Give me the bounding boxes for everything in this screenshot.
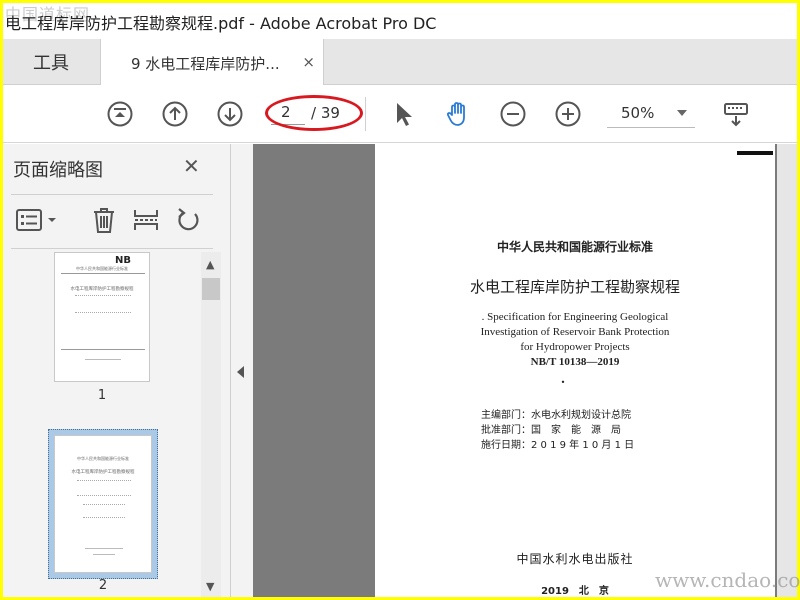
pdf-page: 中华人民共和国能源行业标准 水电工程库岸防护工程勘察规程 . Specifica… — [375, 144, 775, 597]
doc-approver: 批准部门：国 家 能 源 局 — [481, 425, 621, 436]
thumb-badge: NB — [115, 255, 131, 266]
first-page-icon[interactable] — [106, 100, 134, 128]
scroll-down-icon[interactable]: ▼ — [206, 580, 214, 593]
sidebar-scrollbar[interactable]: ▲ ▼ — [201, 252, 221, 597]
thumbnail-options-icon[interactable] — [15, 206, 59, 234]
zoom-out-icon[interactable] — [499, 100, 527, 128]
thumbnail-page-number: 1 — [97, 388, 107, 403]
next-page-icon[interactable] — [216, 100, 244, 128]
page-navigator: 2 / 39 — [265, 95, 363, 131]
thumb-line: 中华人民共和国能源行业标准 — [77, 456, 129, 461]
thumbnail-page-number: 2 — [98, 578, 108, 593]
zoom-in-icon[interactable] — [554, 100, 582, 128]
thumb-line: 水电工程库岸防护工程勘察规程 — [71, 470, 135, 475]
document-scrollbar[interactable] — [777, 144, 797, 597]
zoom-select[interactable]: 50% — [607, 102, 695, 128]
watermark-bottom-right: www.cndao.com — [655, 568, 800, 592]
highlight-ring — [265, 95, 363, 131]
window-title: 电工程库岸防护工程勘察规程.pdf - Adobe Acrobat Pro DC — [5, 14, 437, 33]
doc-code: NB/T 10138—2019 — [530, 356, 620, 368]
keyboard-tools-icon[interactable] — [722, 100, 750, 128]
thumb-line: 水电工程库岸防护工程勘察规程 — [70, 287, 134, 292]
page-mark — [737, 151, 773, 155]
doc-title-en-2: Investigation of Reservoir Bank Protecti… — [480, 326, 670, 338]
doc-publisher: 中国水利水电出版社 — [516, 552, 634, 566]
select-cursor-icon[interactable] — [389, 100, 417, 128]
sidebar-divider — [11, 194, 213, 195]
doc-effective-date: 施行日期：2 0 1 9 年 1 0 月 1 日 — [481, 440, 635, 451]
app-window: 中国道标网 电工程库岸防护工程勘察规程.pdf - Adobe Acrobat … — [3, 3, 797, 597]
doc-title-en-1: . Specification for Engineering Geologic… — [481, 311, 669, 323]
document-viewport[interactable]: 中华人民共和国能源行业标准 水电工程库岸防护工程勘察规程 . Specifica… — [253, 144, 797, 597]
thumb-line: 中华人民共和国能源行业标准 — [76, 266, 128, 271]
rotate-icon[interactable] — [173, 206, 203, 234]
collapse-arrow-icon[interactable] — [237, 366, 244, 378]
scroll-up-icon[interactable]: ▲ — [206, 258, 214, 271]
chevron-down-icon — [677, 110, 687, 116]
sidebar-title: 页面缩略图 — [13, 160, 103, 181]
prev-page-icon[interactable] — [161, 100, 189, 128]
toolbar: 2 / 39 50% — [3, 85, 797, 143]
scrollbar-thumb[interactable] — [202, 278, 220, 300]
hand-tool-icon[interactable] — [444, 100, 472, 128]
title-bar: 中国道标网 电工程库岸防护工程勘察规程.pdf - Adobe Acrobat … — [3, 3, 797, 39]
trash-icon[interactable] — [89, 206, 119, 234]
toolbar-divider — [365, 97, 366, 131]
tab-document[interactable]: 9 水电工程库岸防护... × — [100, 39, 324, 86]
zoom-value: 50% — [621, 104, 655, 122]
thumbnail-list: NB 中华人民共和国能源行业标准 水电工程库岸防护工程勘察规程 1 中华人民共和… — [3, 252, 201, 597]
tab-bar: 工具 9 水电工程库岸防护... × — [3, 39, 797, 86]
thumbnail-sidebar: 页面缩略图 ✕ NB 中华人民共和国能源行业标准 水电工程库岸防护工程勘察规程 — [3, 144, 231, 597]
sidebar-collapse-strip[interactable] — [231, 144, 253, 597]
doc-dot: • — [560, 378, 566, 387]
doc-header: 中华人民共和国能源行业标准 — [496, 240, 653, 254]
tab-close-icon[interactable]: × — [302, 53, 315, 71]
page-thumbnail[interactable]: NB 中华人民共和国能源行业标准 水电工程库岸防护工程勘察规程 — [54, 252, 150, 382]
sidebar-divider — [11, 248, 213, 249]
doc-title-en-3: for Hydropower Projects — [520, 341, 630, 353]
tab-tools[interactable]: 工具 — [3, 39, 99, 85]
page-thumbnail[interactable]: 中华人民共和国能源行业标准 水电工程库岸防护工程勘察规程 — [54, 435, 152, 573]
doc-title-cn: 水电工程库岸防护工程勘察规程 — [469, 278, 680, 296]
doc-editor-dept: 主编部门：水电水利规划设计总院 — [481, 410, 631, 421]
sidebar-close-icon[interactable]: ✕ — [183, 154, 200, 178]
tab-document-label: 9 水电工程库岸防护... — [131, 55, 280, 73]
insert-page-icon[interactable] — [131, 206, 161, 234]
